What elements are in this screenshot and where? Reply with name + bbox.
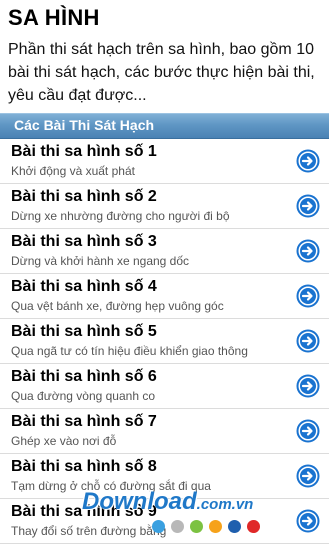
list-item[interactable]: Bài thi sa hình số 6 Qua đường vòng quanh… xyxy=(0,364,329,409)
list-item-title: Bài thi sa hình số 3 xyxy=(11,233,157,250)
list-item-subtitle: Dừng xe nhường đường cho người đi bộ xyxy=(11,209,230,223)
list-item[interactable]: Bài thi sa hình số 2 Dừng xe nhường đường… xyxy=(0,184,329,229)
list-item-subtitle: Ghép xe vào nơi đỗ xyxy=(11,434,117,448)
list-item-subtitle: Dừng và khởi hành xe ngang dốc xyxy=(11,254,190,268)
list-item-title: Bài thi sa hình số 2 xyxy=(11,188,157,205)
page-description: Phần thi sát hạch trên sa hình, bao gồm … xyxy=(8,41,315,104)
list-item[interactable]: Bài thi sa hình số 9 Thay đổi số trên đườ… xyxy=(0,499,329,544)
list-item-subtitle: Qua đường vòng quanh co xyxy=(11,389,156,403)
arrow-right-circle-icon[interactable] xyxy=(296,329,320,353)
arrow-right-circle-icon[interactable] xyxy=(296,374,320,398)
arrow-right-circle-icon[interactable] xyxy=(296,419,320,443)
list-item-subtitle: Khởi động và xuất phát xyxy=(11,164,135,178)
list-item-title: Bài thi sa hình số 1 xyxy=(11,143,157,160)
page-title: SA HÌNH xyxy=(8,5,100,30)
section-title: Các Bài Thi Sát Hạch xyxy=(14,117,155,133)
arrow-right-circle-icon[interactable] xyxy=(296,239,320,263)
list-item-title: Bài thi sa hình số 6 xyxy=(11,368,157,385)
arrow-right-circle-icon[interactable] xyxy=(296,284,320,308)
arrow-right-circle-icon[interactable] xyxy=(296,509,320,533)
list-item[interactable]: Bài thi sa hình số 1 Khởi động và xuất ph… xyxy=(0,139,329,184)
list-item[interactable]: Bài thi sa hình số 7 Ghép xe vào nơi đỗ xyxy=(0,409,329,454)
list-item-title: Bài thi sa hình số 8 xyxy=(11,458,157,475)
list-item-title: Bài thi sa hình số 4 xyxy=(11,278,157,295)
list-item-subtitle: Qua ngã tư có tín hiệu điều khiển giao t… xyxy=(11,344,248,358)
exam-list: Bài thi sa hình số 1 Khởi động và xuất ph… xyxy=(0,139,329,544)
list-item-title: Bài thi sa hình số 5 xyxy=(11,323,157,340)
list-item-title: Bài thi sa hình số 7 xyxy=(11,413,157,430)
list-item-title: Bài thi sa hình số 9 xyxy=(11,503,157,520)
list-item-subtitle: Tạm dừng ở chỗ có đường sắt đi qua xyxy=(11,479,211,493)
arrow-right-circle-icon[interactable] xyxy=(296,194,320,218)
list-item[interactable]: Bài thi sa hình số 5 Qua ngã tư có tín hi… xyxy=(0,319,329,364)
list-item-subtitle: Thay đổi số trên đường bằng xyxy=(11,524,167,538)
arrow-right-circle-icon[interactable] xyxy=(296,464,320,488)
list-item-subtitle: Qua vệt bánh xe, đường hẹp vuông góc xyxy=(11,299,224,313)
list-item[interactable]: Bài thi sa hình số 3 Dừng và khởi hành xe… xyxy=(0,229,329,274)
section-header: Các Bài Thi Sát Hạch xyxy=(0,113,329,139)
list-item[interactable]: Bài thi sa hình số 4 Qua vệt bánh xe, đườ… xyxy=(0,274,329,319)
list-item[interactable]: Bài thi sa hình số 8 Tạm dừng ở chỗ có đư… xyxy=(0,454,329,499)
arrow-right-circle-icon[interactable] xyxy=(296,149,320,173)
